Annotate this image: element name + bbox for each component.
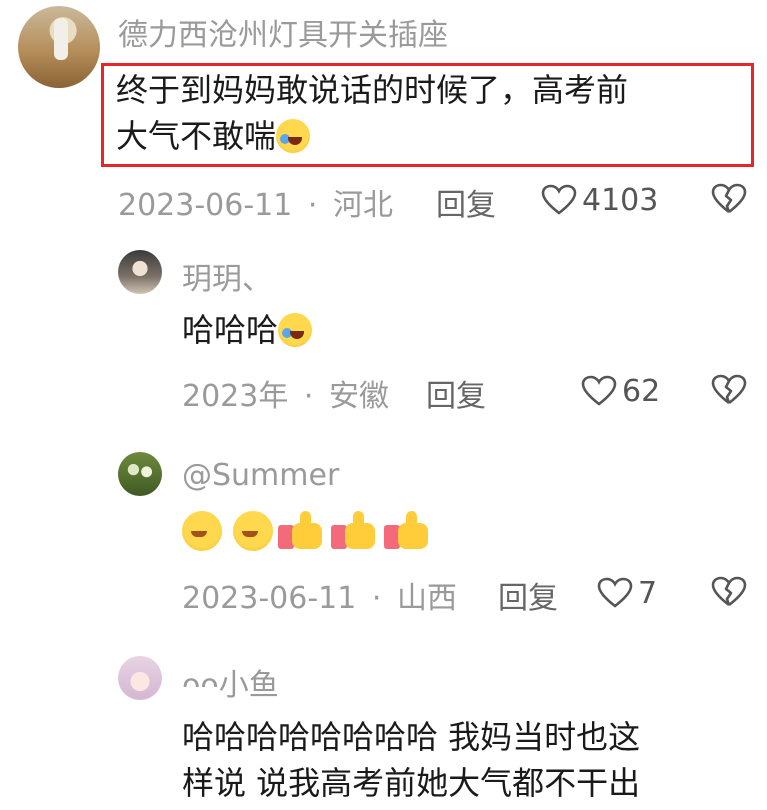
comment-date: 2023-06-11	[118, 188, 293, 223]
heart-icon	[541, 184, 577, 215]
heart-icon	[581, 375, 617, 406]
reply-date: 2023年	[182, 379, 289, 414]
broken-heart-icon	[711, 374, 747, 405]
reply-username[interactable]: 玥玥、	[182, 254, 272, 298]
like-button[interactable]: 7	[597, 573, 658, 613]
face-with-tears-of-joy-icon	[278, 313, 313, 347]
like-count: 7	[638, 575, 658, 611]
face-with-hand-over-mouth-icon	[182, 511, 222, 551]
like-count: 62	[622, 373, 661, 409]
reply-emoji-row	[182, 511, 432, 551]
avatar[interactable]	[118, 250, 162, 294]
like-count: 4103	[582, 182, 659, 218]
dislike-button[interactable]	[711, 374, 747, 409]
reply-text-line1: 哈哈哈哈哈哈哈哈 我妈当时也这	[182, 718, 641, 756]
thumbs-up-icon	[278, 511, 326, 551]
reply-text: 哈哈哈	[182, 307, 313, 353]
heart-icon	[597, 577, 633, 608]
avatar[interactable]	[18, 6, 100, 88]
reply-username[interactable]: ᴖᴖ小鱼	[182, 660, 279, 704]
thumbs-up-icon	[384, 511, 432, 551]
comment-username[interactable]: 德力西沧州灯具开关插座	[118, 10, 448, 54]
thumbs-up-icon	[331, 511, 379, 551]
reply-button[interactable]: 回复	[498, 573, 558, 617]
face-with-tears-of-joy-icon	[276, 119, 311, 153]
reply-button[interactable]: 回复	[436, 180, 496, 224]
reply-date: 2023-06-11	[182, 581, 357, 616]
avatar[interactable]	[118, 656, 162, 700]
reply-text-line2: 样说 说我高考前她大气都不干出	[182, 764, 641, 802]
broken-heart-icon	[711, 576, 747, 607]
comment-location: 河北	[333, 188, 393, 223]
reply-username[interactable]: @Summer	[182, 458, 339, 493]
separator: ·	[307, 188, 318, 223]
comment-meta: 2023-06-11 · 河北	[118, 180, 393, 224]
comment-text-line1: 终于到妈妈敢说话的时候了，高考前	[116, 71, 629, 109]
comment-text-line2: 大气不敢喘	[116, 117, 277, 155]
reply-location: 山西	[397, 581, 457, 616]
like-button[interactable]: 62	[581, 371, 661, 411]
avatar[interactable]	[118, 452, 162, 496]
reply-button[interactable]: 回复	[426, 371, 486, 415]
comment-text: 终于到妈妈敢说话的时候了，高考前 大气不敢喘	[116, 67, 628, 159]
reply-location: 安徽	[329, 379, 389, 414]
dislike-button[interactable]	[711, 576, 747, 611]
like-button[interactable]: 4103	[541, 180, 659, 220]
reply-meta: 2023年 · 安徽	[182, 379, 389, 414]
reply-text: 哈哈哈哈哈哈哈哈 我妈当时也这 样说 说我高考前她大气都不干出	[182, 714, 640, 806]
dislike-button[interactable]	[711, 183, 747, 218]
face-with-hand-over-mouth-icon	[233, 511, 274, 551]
reply-meta: 2023-06-11 · 山西	[182, 581, 457, 616]
broken-heart-icon	[711, 183, 747, 214]
